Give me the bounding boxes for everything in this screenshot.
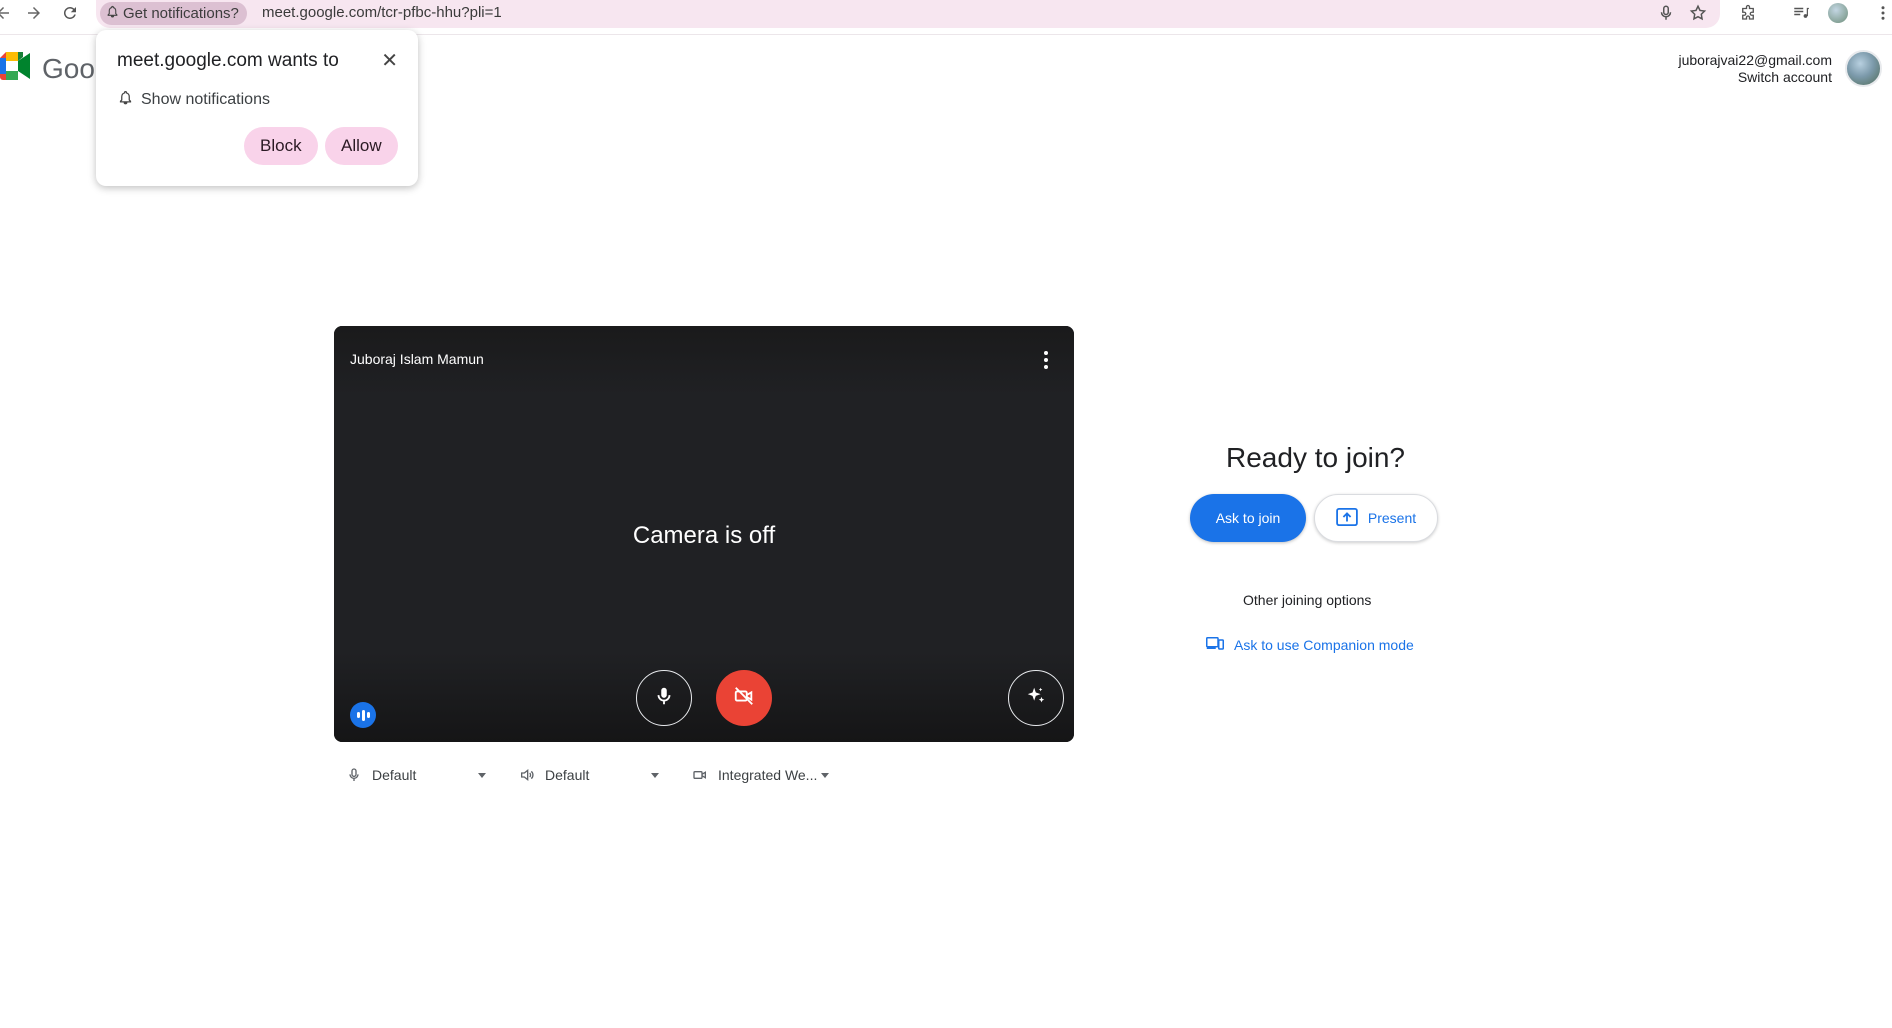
menu-dots-icon[interactable] — [1872, 2, 1892, 24]
permission-row: Show notifications — [118, 90, 270, 110]
chevron-down-icon — [478, 772, 486, 778]
profile-avatar-icon[interactable] — [1827, 2, 1849, 24]
notification-permission-popup: meet.google.com wants to ✕ Show notifica… — [96, 30, 418, 186]
close-icon[interactable]: ✕ — [381, 48, 398, 73]
logo-text: Goo — [42, 52, 95, 84]
camera-toggle-button[interactable] — [716, 670, 772, 726]
camera-select-value: Integrated We... — [718, 767, 818, 783]
speaker-select-value: Default — [545, 767, 590, 783]
media-control-icon[interactable] — [1790, 2, 1812, 24]
companion-mode-label: Ask to use Companion mode — [1234, 636, 1414, 653]
companion-devices-icon — [1206, 635, 1224, 654]
chevron-down-icon — [821, 772, 830, 778]
switch-account-link[interactable]: Switch account — [1678, 69, 1832, 86]
allow-button[interactable]: Allow — [325, 127, 398, 165]
camera-off-icon — [733, 685, 755, 712]
microphone-select-value: Default — [372, 767, 417, 783]
permission-label: Show notifications — [141, 91, 270, 108]
ask-to-join-button[interactable]: Ask to join — [1190, 494, 1306, 542]
notification-chip[interactable]: Get notifications? — [100, 2, 247, 25]
popup-title: meet.google.com wants to — [117, 50, 339, 71]
present-icon — [1336, 507, 1358, 529]
forward-icon[interactable] — [23, 2, 45, 24]
camera-select[interactable]: Integrated We... — [690, 765, 830, 785]
account-email: juborajvai22@gmail.com — [1678, 52, 1832, 68]
bell-icon — [106, 5, 119, 22]
present-label: Present — [1367, 510, 1417, 526]
reload-icon[interactable] — [59, 2, 81, 24]
sparkle-icon — [1025, 685, 1047, 712]
bookmark-star-icon[interactable] — [1687, 2, 1709, 24]
camera-status: Camera is off — [632, 522, 776, 549]
microphone-select[interactable]: Default — [344, 765, 486, 785]
meet-logo-icon — [0, 52, 32, 85]
visual-effects-button[interactable] — [1008, 670, 1064, 726]
microphone-icon[interactable] — [1655, 2, 1677, 24]
microphone-toggle-button[interactable] — [636, 670, 692, 726]
present-button[interactable]: Present — [1314, 494, 1438, 542]
avatar[interactable] — [1845, 50, 1882, 87]
video-preview: Juboraj Islam Mamun Camera is off — [334, 326, 1074, 742]
more-options-icon[interactable] — [1036, 348, 1056, 372]
participant-name: Juboraj Islam Mamun — [350, 351, 484, 367]
chevron-down-icon — [651, 772, 659, 778]
video-camera-icon — [690, 765, 710, 785]
notification-chip-label: Get notifications? — [123, 5, 239, 22]
google-meet-logo[interactable]: Goo — [0, 52, 95, 85]
audio-level-icon — [350, 702, 376, 728]
microphone-icon — [344, 765, 364, 785]
extensions-icon[interactable] — [1737, 2, 1759, 24]
speaker-select[interactable]: Default — [517, 765, 659, 785]
url-text[interactable]: meet.google.com/tcr-pfbc-hhu?pli=1 — [262, 4, 502, 21]
back-icon[interactable] — [0, 2, 14, 24]
companion-mode-link[interactable]: Ask to use Companion mode — [1206, 635, 1414, 654]
block-button[interactable]: Block — [244, 127, 318, 165]
ready-heading: Ready to join? — [1226, 442, 1406, 473]
account-info[interactable]: juborajvai22@gmail.com Switch account — [1678, 52, 1832, 86]
microphone-icon — [653, 685, 675, 712]
browser-toolbar: Get notifications? meet.google.com/tcr-p… — [0, 0, 1892, 34]
other-joining-options-label: Other joining options — [1243, 592, 1372, 608]
bell-icon — [118, 90, 133, 110]
speaker-icon — [517, 765, 537, 785]
